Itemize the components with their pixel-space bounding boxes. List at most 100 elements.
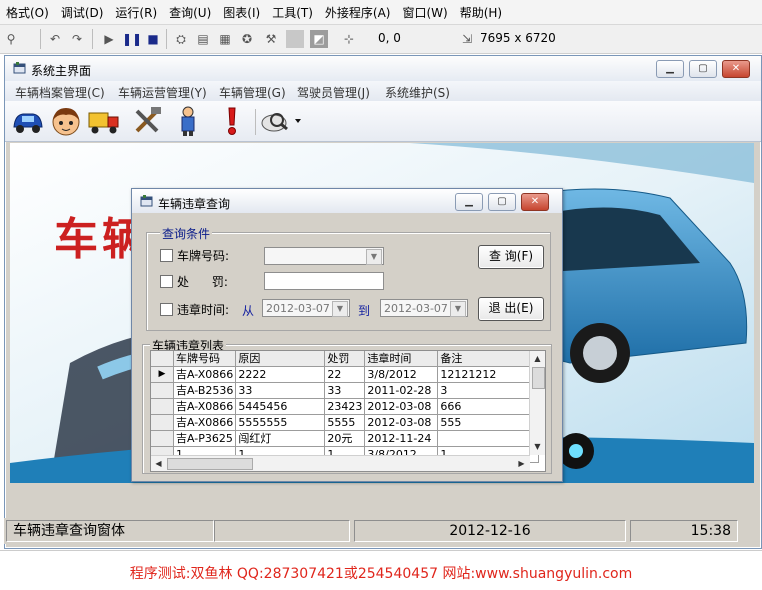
table-row[interactable]: 吉A-X0866 5555555 5555 2012-03-08 555 xyxy=(151,414,540,431)
cell-remark[interactable]: 666 xyxy=(437,398,540,415)
grid-vertical-scrollbar[interactable]: ▲ ▼ xyxy=(529,351,545,455)
cell-plate[interactable]: 吉A-P3625 xyxy=(173,430,237,447)
cell-time[interactable]: 2012-03-08 xyxy=(364,398,439,415)
cell-penalty[interactable]: 23423 xyxy=(324,398,366,415)
mechanic-icon[interactable] xyxy=(171,105,205,137)
ide-menu-run[interactable]: 运行(R) xyxy=(109,0,163,21)
dialog-titlebar[interactable]: 车辆违章查询 ▁ ▢ ✕ xyxy=(132,189,562,213)
menu-vehicle-archive[interactable]: 车辆档案管理(C) xyxy=(15,84,105,101)
cell-reason[interactable]: 2222 xyxy=(235,366,326,383)
column-header-reason[interactable]: 原因 xyxy=(235,351,326,367)
tools-icon[interactable] xyxy=(131,105,165,137)
cell-plate[interactable]: 吉A-X0866 xyxy=(173,366,237,383)
chevron-down-icon[interactable]: ▼ xyxy=(450,301,466,317)
cell-plate[interactable]: 吉A-B2536 xyxy=(173,382,237,399)
ide-menu-format[interactable]: 格式(O) xyxy=(0,0,55,21)
properties-icon[interactable]: ▤ xyxy=(194,30,212,48)
ide-menu-query[interactable]: 查询(U) xyxy=(163,0,217,21)
scroll-down-icon[interactable]: ▼ xyxy=(531,440,544,453)
dialog-maximize-button[interactable]: ▢ xyxy=(488,193,516,211)
form-layout-icon[interactable]: ▦ xyxy=(216,30,234,48)
cell-penalty[interactable]: 22 xyxy=(324,366,366,383)
violation-grid[interactable]: 车牌号码 原因 处罚 违章时间 备注 ▶ 吉A-X0866 2222 22 3/… xyxy=(150,350,546,472)
search-tool-icon[interactable] xyxy=(259,105,303,137)
cell-time[interactable]: 2012-11-24 xyxy=(364,430,439,447)
data-view-icon[interactable] xyxy=(286,30,304,48)
scroll-up-icon[interactable]: ▲ xyxy=(531,352,544,365)
cell-time[interactable]: 3/8/2012 xyxy=(364,366,439,383)
chevron-down-icon[interactable]: ▼ xyxy=(332,301,348,317)
menu-driver-management[interactable]: 驾驶员管理(J) xyxy=(297,84,370,101)
redo-icon[interactable]: ↷ xyxy=(68,30,86,48)
ide-menu-debug[interactable]: 调试(D) xyxy=(55,0,110,21)
query-button[interactable]: 查 询(F) xyxy=(478,245,544,269)
table-row[interactable]: 吉A-B2536 33 33 2011-02-28 3 xyxy=(151,382,540,399)
chevron-down-icon[interactable]: ▼ xyxy=(366,249,382,265)
cell-penalty[interactable]: 33 xyxy=(324,382,366,399)
table-row[interactable]: 吉A-X0866 5445456 23423 2012-03-08 666 xyxy=(151,398,540,415)
cell-penalty[interactable]: 5555 xyxy=(324,414,366,431)
column-header-penalty[interactable]: 处罚 xyxy=(324,351,366,367)
date-to-picker[interactable]: 2012-03-07 ▼ xyxy=(380,299,468,317)
object-browser-icon[interactable]: ✪ xyxy=(238,30,256,48)
scroll-right-icon[interactable]: ▶ xyxy=(515,457,528,470)
cell-plate[interactable]: 吉A-X0866 xyxy=(173,414,237,431)
column-header-time[interactable]: 违章时间 xyxy=(364,351,439,367)
cell-remark[interactable]: 555 xyxy=(437,414,540,431)
ide-menu-tools[interactable]: 工具(T) xyxy=(266,0,319,21)
date-from-picker[interactable]: 2012-03-07 ▼ xyxy=(262,299,350,317)
ide-menu-chart[interactable]: 图表(I) xyxy=(217,0,266,21)
pause-icon[interactable]: ❚❚ xyxy=(122,30,142,48)
cell-remark[interactable] xyxy=(437,430,540,447)
penalty-input[interactable] xyxy=(264,272,384,290)
binoculars-icon[interactable]: ⚲ xyxy=(2,30,20,48)
ide-menu-addins[interactable]: 外接程序(A) xyxy=(319,0,397,21)
alert-icon[interactable] xyxy=(215,105,249,137)
violation-time-checkbox[interactable] xyxy=(160,303,173,316)
truck-icon[interactable] xyxy=(87,105,121,137)
main-window-titlebar[interactable]: 系统主界面 ▁ ▢ ✕ xyxy=(5,56,761,81)
undo-icon[interactable]: ↶ xyxy=(46,30,64,48)
minimize-button[interactable]: ▁ xyxy=(656,60,684,78)
cell-penalty[interactable]: 20元 xyxy=(324,430,366,447)
scroll-left-icon[interactable]: ◀ xyxy=(152,457,165,470)
cell-reason[interactable]: 33 xyxy=(235,382,326,399)
vertical-scroll-thumb[interactable] xyxy=(532,367,545,389)
dialog-minimize-button[interactable]: ▁ xyxy=(455,193,483,211)
component-manager-icon[interactable]: ◩ xyxy=(310,30,328,48)
menu-vehicle-management[interactable]: 车辆管理(G) xyxy=(219,84,286,101)
penalty-checkbox[interactable] xyxy=(160,275,173,288)
run-icon[interactable]: ▶ xyxy=(100,30,118,48)
violation-time-label: 违章时间: xyxy=(177,303,230,317)
ide-menu-help[interactable]: 帮助(H) xyxy=(454,0,508,21)
driver-face-icon[interactable] xyxy=(49,105,83,137)
close-button[interactable]: ✕ xyxy=(722,60,750,78)
cell-reason[interactable]: 闯红灯 xyxy=(235,430,326,447)
exit-button[interactable]: 退 出(E) xyxy=(478,297,544,321)
column-header-remark[interactable]: 备注 xyxy=(437,351,540,367)
plate-checkbox[interactable] xyxy=(160,249,173,262)
dialog-icon xyxy=(140,194,154,208)
cell-time[interactable]: 2011-02-28 xyxy=(364,382,439,399)
toolbox-icon[interactable]: ⚒ xyxy=(262,30,280,48)
maximize-button[interactable]: ▢ xyxy=(689,60,717,78)
grid-horizontal-scrollbar[interactable]: ◀ ▶ xyxy=(151,455,530,471)
stop-icon[interactable]: ■ xyxy=(144,30,162,48)
cell-remark[interactable]: 12121212 xyxy=(437,366,540,383)
table-row[interactable]: ▶ 吉A-X0866 2222 22 3/8/2012 12121212 xyxy=(151,366,540,383)
cell-plate[interactable]: 吉A-X0866 xyxy=(173,398,237,415)
ide-menu-window[interactable]: 窗口(W) xyxy=(396,0,453,21)
cell-reason[interactable]: 5445456 xyxy=(235,398,326,415)
menu-vehicle-operation[interactable]: 车辆运营管理(Y) xyxy=(118,84,207,101)
plate-combobox[interactable]: ▼ xyxy=(264,247,384,265)
horizontal-scroll-thumb[interactable] xyxy=(167,458,253,470)
car-icon[interactable] xyxy=(11,105,45,137)
table-row[interactable]: 吉A-P3625 闯红灯 20元 2012-11-24 xyxy=(151,430,540,447)
project-explorer-icon[interactable]: ⛭ xyxy=(172,30,190,48)
menu-system-maintenance[interactable]: 系统维护(S) xyxy=(385,84,450,101)
dialog-close-button[interactable]: ✕ xyxy=(521,193,549,211)
cell-reason[interactable]: 5555555 xyxy=(235,414,326,431)
cell-time[interactable]: 2012-03-08 xyxy=(364,414,439,431)
column-header-plate[interactable]: 车牌号码 xyxy=(173,351,237,367)
cell-remark[interactable]: 3 xyxy=(437,382,540,399)
